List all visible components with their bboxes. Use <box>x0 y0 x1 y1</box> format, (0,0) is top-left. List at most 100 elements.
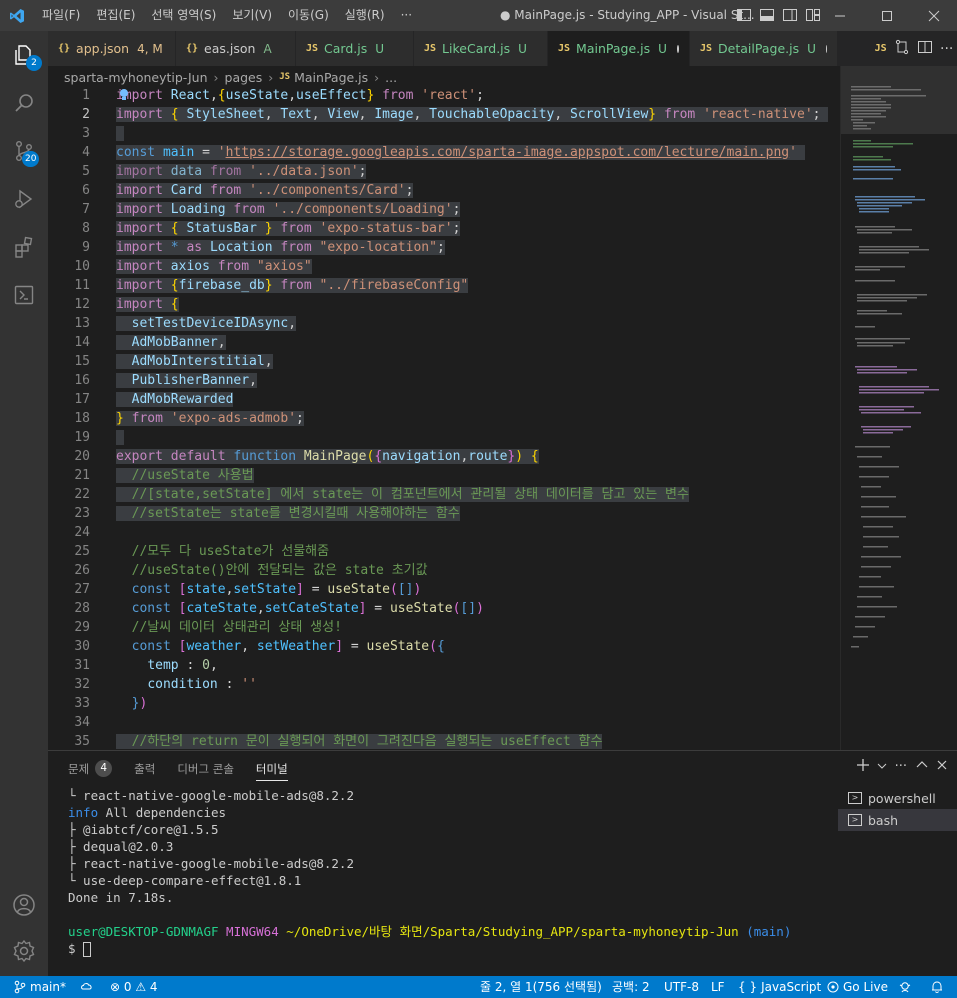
open-changes-icon[interactable] <box>894 39 910 58</box>
tab-label: MainPage.js <box>576 41 651 56</box>
code-line: 2 import { StyleSheet, Text, View, Image,… <box>82 107 829 122</box>
menu-run[interactable]: 실행(R) <box>337 0 393 31</box>
terminal-line: Done in 7.18s. <box>68 890 174 905</box>
explorer-icon[interactable]: 2 <box>0 31 48 79</box>
toggle-primary-sidebar-icon[interactable] <box>733 4 755 26</box>
cursor-position-status[interactable]: 줄 2, 열 1(756 선택됨) <box>480 976 602 998</box>
menu-view[interactable]: 보기(V) <box>224 0 280 31</box>
terminal-line: ├ react-native-google-mobile-ads@8.2.2 <box>68 856 354 871</box>
indentation-status[interactable]: 공백: 2 <box>612 976 650 998</box>
maximize-button[interactable] <box>864 0 910 31</box>
code-line: 25 //모두 다 useState가 선물해줌 <box>74 544 330 559</box>
code-line: 16 PublisherBanner, <box>74 373 257 388</box>
tab-output[interactable]: 출력 <box>134 751 155 786</box>
close-panel-icon[interactable] <box>935 758 949 775</box>
vscode-logo-icon <box>0 0 34 31</box>
go-live-label: Go Live <box>843 980 888 994</box>
code-line: 8 import { StatusBar } from 'expo-status-… <box>82 221 461 236</box>
problems-count-badge: 4 <box>95 760 113 777</box>
menu-more[interactable]: ··· <box>393 0 420 31</box>
menu-file[interactable]: 파일(F) <box>34 0 88 31</box>
code-line: 21 //useState 사용법 <box>74 468 254 483</box>
menu-selection[interactable]: 선택 영역(S) <box>143 0 224 31</box>
encoding-status[interactable]: UTF-8 <box>664 976 699 998</box>
code-editor[interactable]: 1 import React,{useState,useEffect} from … <box>48 88 840 750</box>
code-line: 10 import axios from "axios" <box>74 259 312 274</box>
terminal-output[interactable]: └ react-native-google-mobile-ads@8.2.2 i… <box>68 787 838 977</box>
terminal-item-powershell[interactable]: > powershell <box>838 787 957 809</box>
feedback-icon[interactable] <box>898 976 912 998</box>
run-debug-icon[interactable] <box>0 175 48 223</box>
source-control-icon[interactable]: 20 <box>0 127 48 175</box>
tab-debug-console[interactable]: 디버그 콘솔 <box>177 751 234 786</box>
code-line: 28 const [cateState,setCateState] = useS… <box>74 601 484 616</box>
split-editor-icon[interactable] <box>917 39 933 58</box>
tab-likecard-js[interactable]: JS LikeCard.js U <box>414 31 548 66</box>
tab-eas-json[interactable]: {} eas.json A <box>176 31 296 66</box>
panel-tab-bar: 문제 4 출력 디버그 콘솔 터미널 <box>48 751 310 786</box>
code-line: 32 condition : '' <box>74 677 257 692</box>
code-line: 30 const [weather, setWeather] = useStat… <box>74 639 445 654</box>
go-live-button[interactable]: Go Live <box>827 976 888 998</box>
tab-terminal[interactable]: 터미널 <box>255 751 288 786</box>
tab-card-js[interactable]: JS Card.js U <box>296 31 414 66</box>
code-line: 31 temp : 0, <box>74 658 218 673</box>
menu-go[interactable]: 이동(G) <box>280 0 337 31</box>
unsaved-dot-icon[interactable] <box>676 44 679 53</box>
language-status[interactable]: { } JavaScript <box>738 976 821 998</box>
minimap-content <box>851 86 939 648</box>
breadcrumb-folder[interactable]: pages <box>225 70 263 85</box>
json-file-icon: {} <box>186 43 199 54</box>
eol-status[interactable]: LF <box>711 976 725 998</box>
settings-gear-icon[interactable] <box>0 927 48 975</box>
more-actions-icon[interactable]: ··· <box>940 41 953 57</box>
notifications-bell-icon[interactable] <box>930 976 944 998</box>
breadcrumb-symbol[interactable]: ... <box>385 70 397 85</box>
tab-status: U <box>807 41 816 56</box>
prompt-path: ~/OneDrive/바탕 화면/Sparta/Studying_APP/spa… <box>286 924 739 939</box>
status-bar: main* ⊗ 0 ⚠ 4 줄 2, 열 1(756 선택됨) 공백: 2 UT… <box>0 976 957 998</box>
terminal-item-bash[interactable]: > bash <box>838 809 957 831</box>
prompt-symbol: $ <box>68 941 76 956</box>
tab-label: eas.json <box>204 41 256 56</box>
tab-label: DetailPage.js <box>718 41 800 56</box>
chevron-right-icon: › <box>268 69 274 85</box>
tab-mainpage-js[interactable]: JS MainPage.js U <box>548 31 690 66</box>
toggle-secondary-sidebar-icon[interactable] <box>779 4 801 26</box>
toggle-panel-icon[interactable] <box>756 4 778 26</box>
problems-status[interactable]: ⊗ 0 ⚠ 4 <box>110 976 158 998</box>
tab-detailpage-js[interactable]: JS DetailPage.js U <box>690 31 838 66</box>
tab-problems[interactable]: 문제 4 <box>68 751 113 786</box>
terminal-line: ├ dequal@2.0.3 <box>68 839 174 854</box>
unsaved-dot-icon[interactable] <box>825 44 827 53</box>
code-line: 3 <box>48 124 840 143</box>
terminal-line: info All dependencies <box>68 805 227 820</box>
tab-status: U <box>375 41 385 56</box>
chevron-down-icon[interactable] <box>877 760 887 774</box>
minimap-slider[interactable] <box>841 66 957 134</box>
new-terminal-icon[interactable] <box>855 757 871 776</box>
breadcrumb-folder[interactable]: sparta-myhoneytip-Jun <box>64 70 208 85</box>
tab-label: 문제 <box>68 761 90 776</box>
tab-app-json[interactable]: {} app.json 4, M <box>48 31 176 66</box>
menu-edit[interactable]: 편집(E) <box>88 0 143 31</box>
code-line: 15 AdMobInterstitial, <box>74 354 273 369</box>
terminal-input-line[interactable]: $ <box>68 940 838 957</box>
sync-icon[interactable] <box>80 976 94 998</box>
search-icon[interactable] <box>0 79 48 127</box>
minimap[interactable] <box>840 66 957 750</box>
tab-status: U <box>518 41 527 56</box>
terminal-item-label: bash <box>868 812 899 828</box>
extensions-icon[interactable] <box>0 223 48 271</box>
code-line: 17 AdMobRewarded <box>74 392 234 407</box>
remote-explorer-icon[interactable] <box>0 271 48 319</box>
branch-status[interactable]: main* <box>14 976 66 998</box>
maximize-panel-icon[interactable] <box>915 758 929 775</box>
breadcrumb-file[interactable]: MainPage.js <box>294 70 368 85</box>
accounts-icon[interactable] <box>0 881 48 929</box>
lightbulb-icon[interactable] <box>118 88 130 102</box>
minimize-button[interactable] <box>817 0 863 31</box>
code-line: 20 export default function MainPage({navi… <box>74 449 539 464</box>
more-actions-icon[interactable]: ··· <box>895 759 907 774</box>
close-window-button[interactable] <box>911 0 957 31</box>
